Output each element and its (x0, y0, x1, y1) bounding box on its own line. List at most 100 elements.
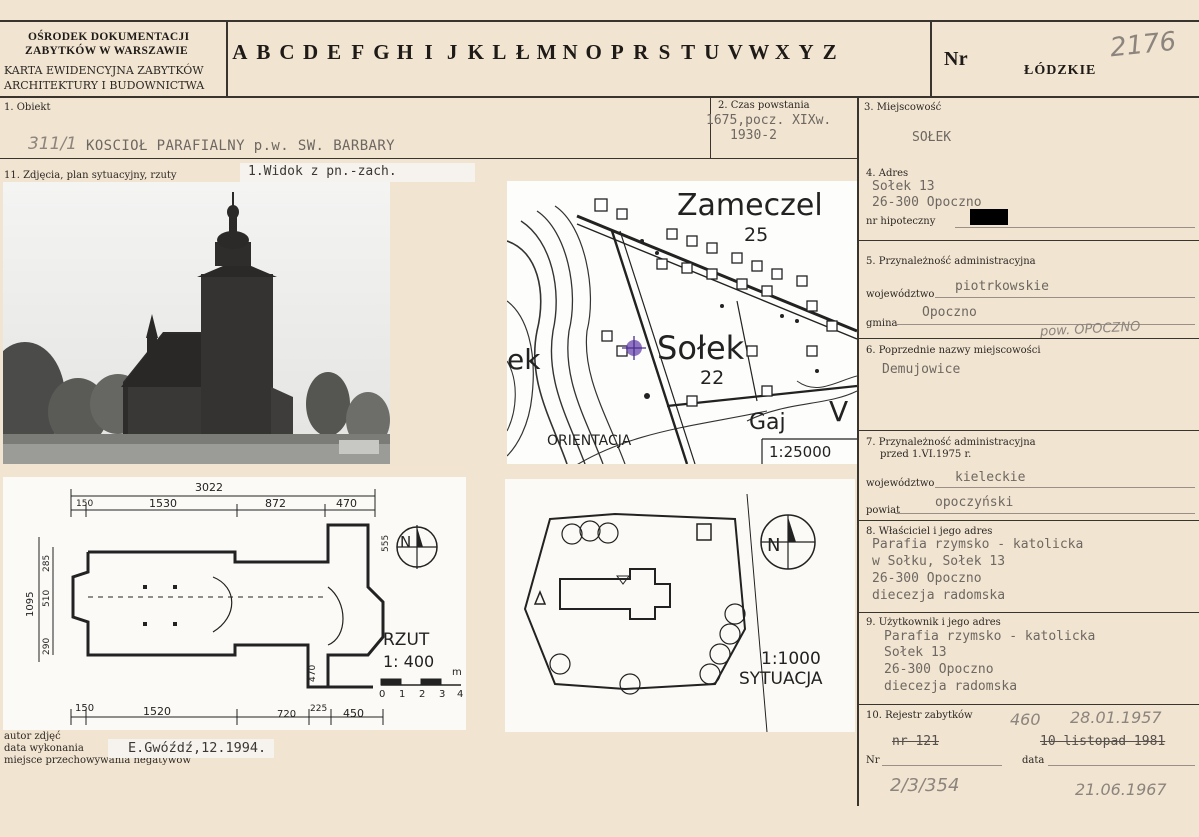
gmina-label: gmina (866, 318, 898, 329)
rejestr-hand-date-2: 21.06.1967 (1075, 780, 1167, 799)
index-letter: O (585, 40, 602, 64)
index-letter: Z (822, 40, 837, 64)
przed1975-label-1: 7. Przynależność administracyjna (866, 437, 1036, 448)
miejscowosc-label: 3. Miejscowość (864, 102, 942, 113)
plan-scale-tick-0: 0 (379, 689, 385, 700)
map-left-fragment: ek (507, 343, 541, 376)
przynaleznosc-label: 5. Przynależność administracyjna (866, 256, 1036, 267)
index-letter: Y (798, 40, 814, 64)
plan-dim-450: 450 (343, 707, 364, 720)
plan-dim-150-top: 150 (76, 499, 93, 509)
index-letter: R (633, 40, 649, 64)
adres-line2: 26-300 Opoczno (872, 195, 982, 210)
plan-dim-1530: 1530 (149, 497, 177, 510)
index-letter: M (536, 40, 557, 64)
index-letter: S (658, 40, 671, 64)
index-letter: Ł (515, 40, 530, 64)
wlasciciel-line1: Parafia rzymsko - katolicka (872, 537, 1084, 552)
map-scale-label: 1:25000 (769, 443, 831, 461)
index-letter: J (446, 40, 458, 64)
index-letter: V (727, 40, 743, 64)
index-letter: K (467, 40, 484, 64)
rejestr-data-label: data (1022, 755, 1045, 766)
obiekt-name: KOSCIOŁ PARAFIALNY p.w. SW. BARBARY (86, 138, 396, 154)
adres-line1: Sołek 13 (872, 179, 935, 194)
rejestr-old-date: 10 listopad 1981 (1040, 734, 1166, 749)
index-letter: H (396, 40, 414, 64)
plan-dim-470: 470 (336, 497, 357, 510)
plan-dim-290: 290 (42, 638, 52, 655)
map-orientation-label: ORIENTACJA (547, 433, 632, 449)
church-photo (0, 182, 390, 464)
card-type-line2: ARCHITEKTURY I BUDOWNICTWA (4, 79, 205, 92)
index-letter: U (704, 40, 720, 64)
hipoteczny-label: nr hipoteczny (866, 216, 936, 227)
header-top-line (0, 20, 1199, 22)
photo-caption: 1.Widok z pn.-zach. (240, 163, 475, 182)
situation-north-letter: N (767, 535, 780, 556)
gmina-value: Opoczno (922, 305, 977, 320)
index-letter: E (327, 40, 342, 64)
region-label: ŁÓDZKIE (1024, 63, 1097, 78)
index-letter: L (492, 40, 507, 64)
miejscowosc-value: SOŁEK (912, 130, 952, 145)
rejestr-nr-label: Nr (866, 755, 880, 766)
index-letter: A (232, 40, 248, 64)
czas-label: 2. Czas powstania (718, 100, 810, 111)
index-letter: F (351, 40, 365, 64)
header-bottom-line (0, 96, 1199, 98)
index-letter: C (279, 40, 295, 64)
rejestr-hand-date: 28.01.1957 (1070, 708, 1162, 727)
plan-dim-3022: 3022 (195, 481, 223, 494)
index-letter: P (610, 40, 624, 64)
autor-label-2: data wykonania (4, 743, 84, 754)
location-map: Zameczel 25 Sołek 22 Gaj ek V ORIENTACJA… (507, 181, 857, 464)
index-letter: B (256, 40, 271, 64)
woj-value: piotrkowskie (955, 279, 1049, 294)
index-letter: X (774, 40, 791, 64)
card-number-handwritten: 2176 (1108, 26, 1178, 64)
przed1975-label-2: przed 1.VI.1975 r. (880, 449, 972, 460)
czas-line1: 1675,pocz. XIXw. (706, 113, 832, 128)
plan-dim-225: 225 (310, 704, 327, 714)
index-letter: D (302, 40, 319, 64)
powiat-value: opoczyński (935, 495, 1014, 510)
autor-label-1: autor zdjęć (4, 731, 61, 742)
przed1975-woj-label: województwo (866, 478, 935, 489)
map-place-gaj: Gaj (749, 410, 786, 435)
plan-dim-872: 872 (265, 497, 286, 510)
czas-line2: 1930-2 (730, 128, 777, 143)
uzytkownik-line4: diecezja radomska (884, 679, 1018, 694)
wlasciciel-line2: w Sołku, Sołek 13 (872, 554, 1006, 569)
plan-scale-tick-2: 2 (419, 689, 425, 700)
wlasciciel-label: 8. Właściciel i jego adres (866, 526, 993, 537)
floor-plan: 3022 150 1530 872 470 150 1520 720 225 4… (3, 477, 466, 730)
wlasciciel-line3: 26-300 Opoczno (872, 571, 982, 586)
plan-dim-720: 720 (277, 709, 296, 720)
pow-handwritten-note: pow. OPOCZNO (1039, 319, 1141, 340)
map-right-fragment: V (829, 395, 848, 428)
obiekt-ref: 311/1 (28, 134, 77, 154)
woj-label: województwo (866, 289, 935, 300)
office-name-line1: OŚRODEK DOKUMENTACJI (28, 31, 190, 43)
obiekt-label: 1. Obiekt (4, 102, 51, 113)
map-num-25: 25 (744, 224, 768, 246)
plan-dim-510: 510 (42, 590, 52, 607)
przed1975-woj-value: kieleckie (955, 470, 1026, 485)
plan-dim-285: 285 (42, 555, 52, 572)
plan-dim-1095: 1095 (25, 592, 36, 617)
uzytkownik-line2: Sołek 13 (884, 645, 947, 660)
map-place-zameczel: Zameczel (677, 188, 823, 223)
situation-plan: N 1:1000 SYTUACJA (505, 479, 855, 733)
plan-scale: 1: 400 (383, 652, 434, 671)
wlasciciel-line4: diecezja radomska (872, 588, 1006, 603)
card-type-line1: KARTA EWIDENCYJNA ZABYTKÓW (4, 64, 204, 77)
rejestr-old-number: nr 121 (892, 734, 939, 749)
index-letter: T (681, 40, 696, 64)
plan-scale-tick-1: 1 (399, 689, 405, 700)
nr-label: Nr (944, 48, 968, 70)
office-name-line2: ZABYTKÓW W WARSZAWIE (25, 45, 189, 57)
situation-title: SYTUACJA (739, 669, 823, 689)
hipoteczny-redaction (970, 209, 1008, 225)
situation-scale: 1:1000 (761, 649, 821, 669)
